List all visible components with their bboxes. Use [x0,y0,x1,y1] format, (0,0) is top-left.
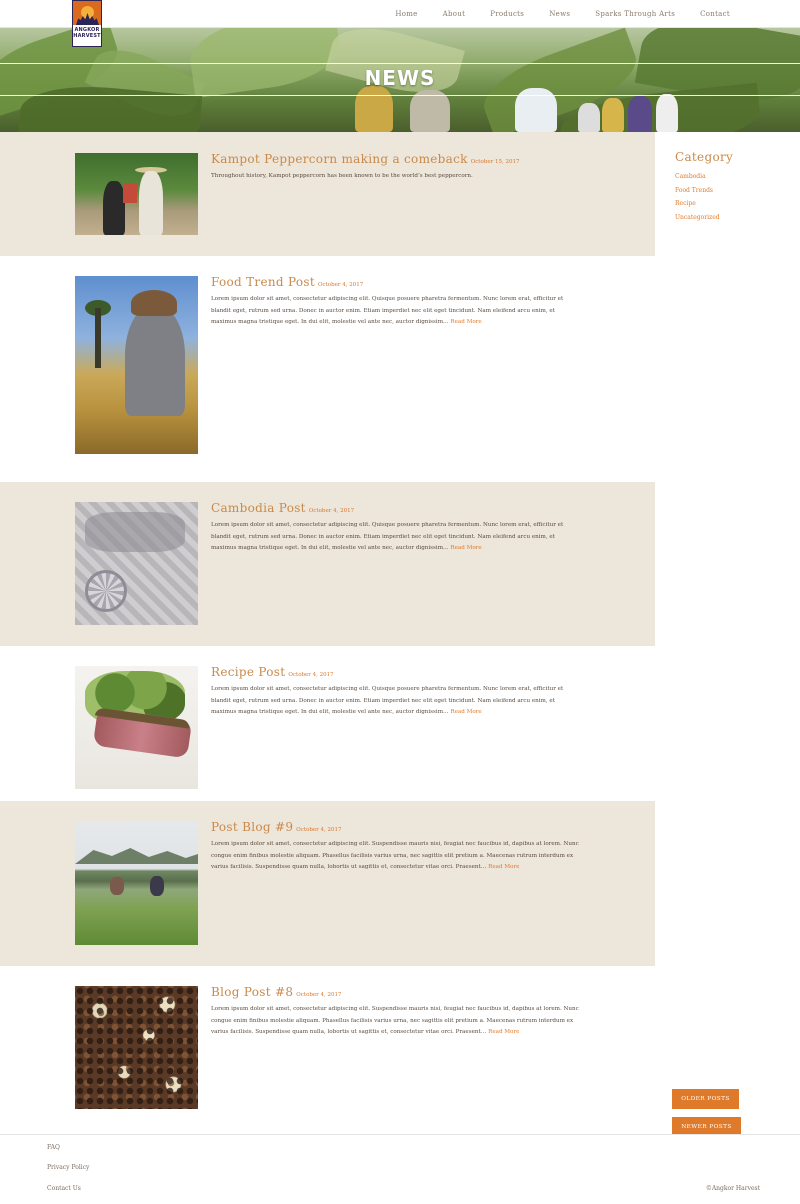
post-thumbnail[interactable] [75,276,198,454]
read-more-link[interactable]: Read More [488,1029,519,1035]
post-thumbnail[interactable] [75,666,198,789]
post-item: Post Blog #9 October 4, 2017 Lorem ipsum … [0,801,655,966]
post-body: Cambodia Post October 4, 2017 Lorem ipsum… [211,500,581,555]
post-excerpt: Lorem ipsum dolor sit amet, consectetur … [211,684,581,719]
read-more-link[interactable]: Read More [450,709,481,715]
read-more-link[interactable]: Read More [450,319,481,325]
copyright-text: ©Angkor Harvest [705,1185,760,1192]
category-link-cambodia[interactable]: Cambodia [675,170,795,184]
post-excerpt: Lorem ipsum dolor sit amet, consectetur … [211,1004,581,1039]
post-date: October 4, 2017 [317,282,364,288]
logo-line-2: HARVEST [73,33,101,39]
post-heading: Blog Post #8 October 4, 2017 [211,984,581,1003]
post-item: Kampot Peppercorn making a comeback Octob… [0,132,655,256]
footer-link-faq[interactable]: FAQ [47,1144,60,1151]
post-excerpt-text: Lorem ipsum dolor sit amet, consectetur … [211,686,564,715]
post-title-link[interactable]: Recipe Post [211,665,285,679]
post-thumbnail[interactable] [75,822,198,945]
site-footer: FAQ Privacy Policy Contact Us ©Angkor Ha… [0,1134,800,1204]
post-excerpt-text: Lorem ipsum dolor sit amet, consectetur … [211,841,579,870]
nav-about[interactable]: About [443,10,466,18]
read-more-link[interactable]: Read More [450,545,481,551]
older-posts-button[interactable]: OLDER POSTS [672,1089,739,1109]
post-excerpt-text: Lorem ipsum dolor sit amet, consectetur … [211,1006,579,1035]
footer-link-privacy-policy[interactable]: Privacy Policy [47,1164,89,1171]
hero-cyclist [656,94,678,132]
thumb-figure [85,570,127,612]
post-title-link[interactable]: Post Blog #9 [211,820,293,834]
nav-sparks-through-arts[interactable]: Sparks Through Arts [595,10,675,18]
post-item: Blog Post #8 October 4, 2017 Lorem ipsum … [0,966,655,1126]
hero-cyclist [578,103,600,132]
hero-banner: NEWS [0,28,800,132]
footer-link-contact-us[interactable]: Contact Us [47,1185,81,1192]
post-thumbnail[interactable] [75,986,198,1109]
post-date: October 4, 2017 [288,672,334,678]
category-link-recipe[interactable]: Recipe [675,197,795,211]
post-date: October 4, 2017 [296,992,342,998]
post-heading: Food Trend Post October 4, 2017 [211,274,581,293]
nav-products[interactable]: Products [490,10,524,18]
post-body: Food Trend Post October 4, 2017 Lorem ips… [211,274,581,329]
post-thumbnail[interactable] [75,502,198,625]
post-body: Kampot Peppercorn making a comeback Octob… [211,151,581,183]
post-excerpt-text: Lorem ipsum dolor sit amet, consectetur … [211,296,564,325]
post-item: Recipe Post October 4, 2017 Lorem ipsum d… [0,646,655,801]
site-logo[interactable]: ANGKOR HARVEST [72,0,102,47]
post-heading: Kampot Peppercorn making a comeback Octob… [211,151,581,170]
thumb-figure [131,290,177,316]
post-excerpt-text: Throughout history, Kampot peppercorn ha… [211,173,473,179]
post-excerpt-text: Lorem ipsum dolor sit amet, consectetur … [211,522,564,551]
logo-text: ANGKOR HARVEST [73,27,101,39]
post-item: Food Trend Post October 4, 2017 Lorem ips… [0,256,655,482]
post-date: October 4, 2017 [296,827,342,833]
post-title-link[interactable]: Kampot Peppercorn making a comeback [211,152,468,166]
main-nav: Home About Products News Sparks Through … [370,0,730,28]
nav-news[interactable]: News [549,10,570,18]
page-title: NEWS [364,66,436,90]
post-item: Cambodia Post October 4, 2017 Lorem ipsum… [0,482,655,646]
thumb-figure [123,183,137,203]
thumb-figure [150,876,164,896]
category-sidebar: Category Cambodia Food Trends Recipe Unc… [675,150,795,224]
post-date: October 4, 2017 [308,508,355,514]
post-excerpt: Lorem ipsum dolor sit amet, consectetur … [211,520,581,555]
nav-home[interactable]: Home [395,10,417,18]
read-more-link[interactable]: Read More [488,864,519,870]
nav-contact[interactable]: Contact [700,10,730,18]
post-body: Recipe Post October 4, 2017 Lorem ipsum d… [211,664,581,719]
thumb-figure [85,512,185,552]
category-link-uncategorized[interactable]: Uncategorized [675,211,795,225]
post-title-link[interactable]: Cambodia Post [211,501,306,515]
thumb-figure [75,848,198,864]
thumb-figure [139,171,163,235]
post-body: Blog Post #8 October 4, 2017 Lorem ipsum … [211,984,581,1039]
post-excerpt: Lorem ipsum dolor sit amet, consectetur … [211,294,581,329]
thumb-figure [103,181,125,235]
hero-cyclist [410,90,450,132]
post-title-link[interactable]: Blog Post #8 [211,985,293,999]
post-excerpt: Lorem ipsum dolor sit amet, consectetur … [211,839,581,874]
post-heading: Cambodia Post October 4, 2017 [211,500,581,519]
thumb-figure [125,306,185,416]
post-date: October 15, 2017 [470,159,520,165]
thumb-figure [75,986,198,1109]
post-heading: Recipe Post October 4, 2017 [211,664,581,683]
post-excerpt: Throughout history, Kampot peppercorn ha… [211,171,581,183]
hero-rule-top [0,63,800,64]
hero-rule-bottom [0,95,800,96]
post-body: Post Blog #9 October 4, 2017 Lorem ipsum … [211,819,581,874]
post-title-link[interactable]: Food Trend Post [211,275,315,289]
hero-cyclist [602,98,624,132]
hero-cyclist [628,96,652,132]
post-thumbnail[interactable] [75,153,198,235]
category-link-food-trends[interactable]: Food Trends [675,184,795,198]
thumb-figure [95,308,101,368]
sidebar-title: Category [675,150,734,164]
post-heading: Post Blog #9 October 4, 2017 [211,819,581,838]
thumb-figure [110,877,124,895]
site-header: Home About Products News Sparks Through … [0,0,800,28]
hero-cyclist [355,86,393,132]
